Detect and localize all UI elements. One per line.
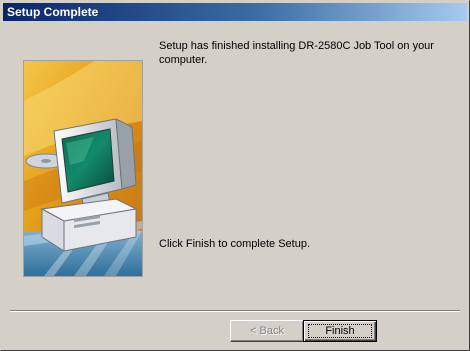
finish-button-label: Finish: [325, 325, 355, 337]
back-button-label: < Back: [250, 325, 284, 337]
setup-complete-dialog: Setup Complete Setup has finished instal…: [0, 0, 470, 351]
button-separator: [10, 310, 460, 312]
title-bar[interactable]: Setup Complete: [3, 3, 467, 21]
window-title: Setup Complete: [7, 5, 99, 19]
dialog-content: Setup has finished installing DR-2580C J…: [3, 23, 467, 349]
finish-button[interactable]: Finish: [303, 320, 377, 342]
setup-illustration: [23, 60, 143, 277]
completion-message: Setup has finished installing DR-2580C J…: [159, 40, 434, 66]
finish-instruction: Click Finish to complete Setup.: [159, 238, 311, 250]
computer-setup-illustration-icon: [24, 61, 142, 276]
back-button[interactable]: < Back: [230, 320, 304, 342]
